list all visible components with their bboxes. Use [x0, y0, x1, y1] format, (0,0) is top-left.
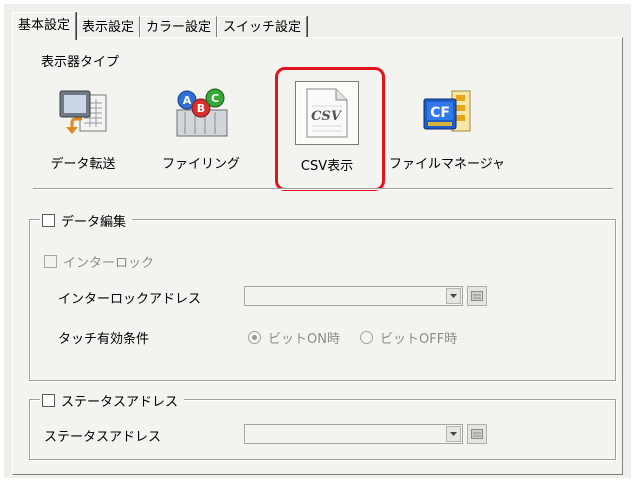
tab-bar: 基本設定 表示設定 カラー設定 スイッチ設定 [12, 12, 308, 40]
status-address-header: ステータスアドレス [40, 391, 185, 410]
data-transfer-label: データ転送 [50, 157, 116, 172]
cf-card-file-manager-icon: CF [416, 81, 478, 143]
filing-label: ファイリング [161, 157, 240, 172]
svg-text:B: B [197, 102, 205, 115]
tab-basic-settings[interactable]: 基本設定 [12, 12, 77, 40]
svg-text:A: A [183, 94, 192, 107]
data-transfer-button[interactable]: データ転送 [33, 76, 133, 182]
filing-icon: A B C [170, 81, 232, 143]
data-edit-group: データ編集 インターロック インターロックアドレス タッチ有効条件 ビットON時… [29, 211, 616, 381]
keypad-icon [471, 429, 483, 439]
tab-display-settings[interactable]: 表示設定 [76, 16, 141, 39]
filing-button[interactable]: A B C ファイリング [151, 76, 251, 182]
chevron-down-icon[interactable] [446, 426, 461, 442]
status-address-title: ステータスアドレス [61, 394, 179, 410]
display-type-title: 表示器タイプ [41, 55, 120, 70]
keypad-icon [471, 291, 483, 301]
bit-off-option[interactable]: ビットOFF時 [360, 328, 457, 347]
keypad-button[interactable] [467, 424, 487, 444]
csv-display-button[interactable]: CSV CSV表示 [277, 76, 377, 182]
separator [33, 188, 613, 190]
interlock-checkbox[interactable] [44, 255, 57, 268]
touch-condition-label: タッチ有効条件 [58, 332, 150, 347]
tab-color-settings[interactable]: カラー設定 [140, 16, 218, 39]
interlock-address-combo[interactable] [244, 286, 463, 306]
status-address-field-label: ステータスアドレス [44, 430, 162, 445]
status-address-combo[interactable] [244, 424, 463, 444]
status-address-label-row: ステータスアドレス [44, 426, 161, 445]
interlock-address-label: インターロックアドレス [58, 292, 202, 307]
svg-text:C: C [211, 92, 219, 105]
settings-window: 基本設定 表示設定 カラー設定 スイッチ設定 表示器タイプ データ転送 A B … [4, 4, 631, 478]
bit-on-radio[interactable] [248, 331, 261, 344]
interlock-address-label-row: インターロックアドレス [58, 288, 201, 307]
tab-switch-settings[interactable]: スイッチ設定 [217, 16, 308, 39]
status-address-checkbox[interactable] [42, 393, 55, 407]
bit-on-option[interactable]: ビットON時 [248, 328, 340, 347]
basic-settings-panel: 表示器タイプ データ転送 A B C ファイリング CSV CSV表示 CF フ… [12, 37, 623, 475]
interlock-row: インターロック [44, 252, 154, 271]
bit-off-radio[interactable] [360, 331, 373, 344]
keypad-button[interactable] [467, 286, 487, 306]
interlock-label: インターロック [63, 256, 155, 271]
data-transfer-icon [52, 81, 114, 143]
bit-off-label: ビットOFF時 [380, 332, 458, 347]
data-edit-header: データ編集 [40, 211, 133, 230]
csv-display-label: CSV表示 [300, 159, 354, 174]
file-manager-button[interactable]: CF ファイルマネージャ [389, 76, 505, 182]
data-edit-title: データ編集 [61, 214, 127, 230]
bit-on-label: ビットON時 [268, 332, 340, 347]
touch-condition-row: タッチ有効条件 [58, 328, 149, 347]
status-address-group: ステータスアドレス ステータスアドレス [29, 391, 616, 460]
cf-icon-text: CF [430, 105, 450, 121]
chevron-down-icon[interactable] [446, 288, 461, 304]
data-edit-checkbox[interactable] [42, 213, 55, 227]
csv-file-icon: CSV [295, 81, 359, 145]
file-manager-label: ファイルマネージャ [388, 157, 506, 172]
csv-icon-text: CSV [311, 109, 343, 124]
